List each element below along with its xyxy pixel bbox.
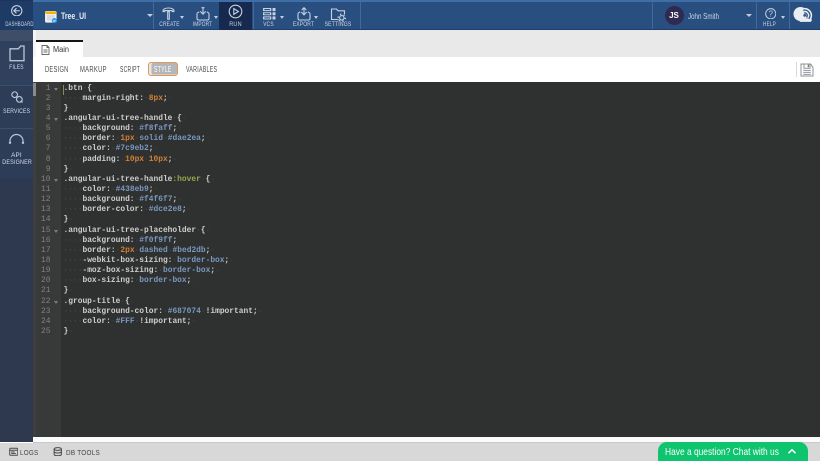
svg-text:?: ? xyxy=(768,9,773,18)
